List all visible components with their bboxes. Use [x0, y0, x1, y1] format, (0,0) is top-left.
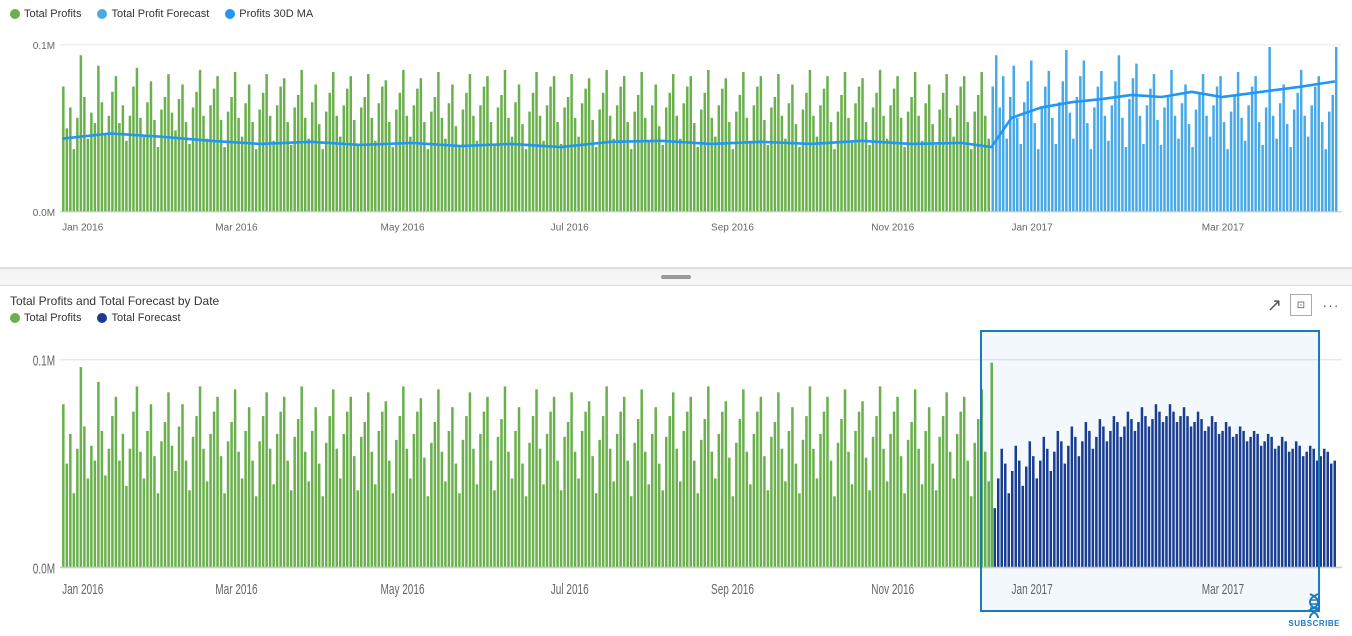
- blue-bar-group: [991, 47, 1337, 212]
- divider-handle: [661, 275, 691, 279]
- bottom-green-bars: [62, 367, 990, 567]
- svg-text:Jan 2017: Jan 2017: [1012, 581, 1053, 597]
- green-bar-group: [62, 55, 990, 211]
- svg-text:Jan 2016: Jan 2016: [62, 222, 103, 233]
- bottom-chart-svg: 0.1M 0.0M: [10, 330, 1342, 612]
- svg-text:Jul 2016: Jul 2016: [551, 581, 589, 597]
- svg-text:Jan 2017: Jan 2017: [1012, 222, 1053, 233]
- svg-text:May 2016: May 2016: [381, 222, 425, 233]
- legend-label-ma: Profits 30D MA: [239, 8, 313, 20]
- svg-text:Sep 2016: Sep 2016: [711, 222, 754, 233]
- legend-profit-forecast: Total Profit Forecast: [97, 8, 209, 20]
- bottom-chart-area: 0.1M 0.0M: [10, 330, 1342, 612]
- top-legend: Total Profits Total Profit Forecast Prof…: [10, 8, 1342, 20]
- svg-text:Mar 2017: Mar 2017: [1202, 222, 1245, 233]
- bottom-chart-info: Total Profits and Total Forecast by Date…: [10, 294, 219, 328]
- legend-bottom-forecast: Total Forecast: [97, 312, 180, 324]
- svg-text:Mar 2016: Mar 2016: [215, 222, 258, 233]
- svg-text:Nov 2016: Nov 2016: [871, 222, 914, 233]
- subscribe-button[interactable]: SUBSCRIBE: [1288, 590, 1340, 628]
- legend-dot-forecast: [97, 9, 107, 19]
- bottom-blue-bars: [993, 404, 1336, 567]
- legend-dot-bottom-profits: [10, 313, 20, 323]
- cursor-icon: ↗: [1267, 295, 1282, 316]
- legend-profits-ma: Profits 30D MA: [225, 8, 313, 20]
- subscribe-label: SUBSCRIBE: [1288, 619, 1340, 628]
- svg-text:May 2016: May 2016: [381, 581, 425, 597]
- bottom-chart: Total Profits and Total Forecast by Date…: [0, 286, 1352, 636]
- legend-dot-bottom-forecast: [97, 313, 107, 323]
- svg-text:Sep 2016: Sep 2016: [711, 581, 754, 597]
- chart-divider[interactable]: [0, 268, 1352, 286]
- main-container: Total Profits Total Profit Forecast Prof…: [0, 0, 1352, 636]
- legend-dot-profits: [10, 9, 20, 19]
- legend-label-profits: Total Profits: [24, 8, 81, 20]
- legend-total-profits: Total Profits: [10, 8, 81, 20]
- legend-label-forecast: Total Profit Forecast: [111, 8, 209, 20]
- legend-label-bottom-profits: Total Profits: [24, 312, 81, 324]
- svg-text:0.0M: 0.0M: [33, 208, 55, 219]
- chart-title: Total Profits and Total Forecast by Date: [10, 294, 219, 308]
- svg-text:0.1M: 0.1M: [33, 41, 55, 52]
- svg-text:Jan 2016: Jan 2016: [62, 581, 103, 597]
- more-options-button[interactable]: ···: [1320, 294, 1342, 316]
- top-chart: Total Profits Total Profit Forecast Prof…: [0, 0, 1352, 268]
- top-chart-area: 0.1M 0.0M: [10, 24, 1342, 243]
- expand-button[interactable]: ⊡: [1290, 294, 1312, 316]
- svg-text:Mar 2017: Mar 2017: [1202, 581, 1244, 597]
- bottom-chart-header: Total Profits and Total Forecast by Date…: [10, 294, 1342, 328]
- top-chart-svg: 0.1M 0.0M: [10, 24, 1342, 243]
- bottom-chart-controls: ↗ ⊡ ···: [1267, 294, 1342, 316]
- subscribe-icon: [1300, 590, 1328, 618]
- svg-text:Jul 2016: Jul 2016: [551, 222, 589, 233]
- legend-dot-ma: [225, 9, 235, 19]
- svg-text:Mar 2016: Mar 2016: [215, 581, 257, 597]
- green-spike: [990, 363, 993, 568]
- bottom-legend: Total Profits Total Forecast: [10, 312, 219, 324]
- svg-text:0.1M: 0.1M: [33, 353, 55, 369]
- svg-text:0.0M: 0.0M: [33, 561, 55, 577]
- legend-bottom-profits: Total Profits: [10, 312, 81, 324]
- svg-text:Nov 2016: Nov 2016: [871, 581, 914, 597]
- legend-label-bottom-forecast: Total Forecast: [111, 312, 180, 324]
